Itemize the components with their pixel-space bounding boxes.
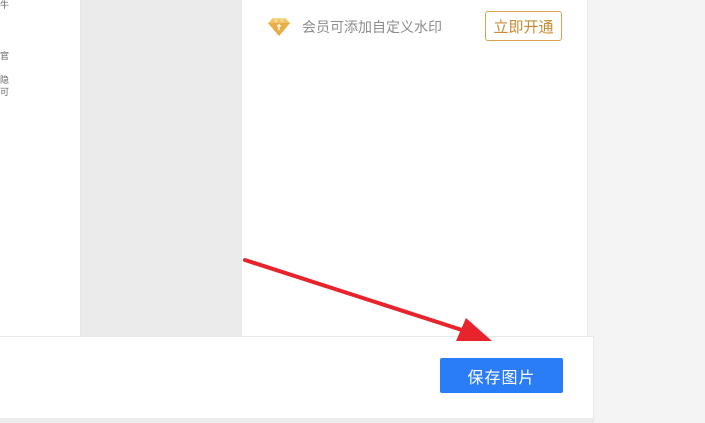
left-text-fragment: 官 — [0, 52, 10, 62]
open-membership-button[interactable]: 立即开通 — [485, 11, 562, 41]
left-panel: 牛 官 隐 可 — [0, 0, 81, 336]
watermark-settings-panel: 会员可添加自定义水印 立即开通 — [242, 0, 588, 336]
left-text-fragment: 牛 — [0, 1, 10, 11]
left-text-fragment: 隐 — [0, 76, 10, 86]
watermark-promo-text: 会员可添加自定义水印 — [302, 20, 442, 36]
left-text-fragment: 可 — [0, 88, 10, 98]
right-background — [588, 0, 705, 423]
diamond-icon — [266, 17, 292, 37]
preview-area — [81, 0, 242, 336]
bottom-divider — [0, 418, 594, 423]
save-image-button[interactable]: 保存图片 — [440, 358, 563, 393]
watermark-promo: 会员可添加自定义水印 — [266, 11, 442, 43]
